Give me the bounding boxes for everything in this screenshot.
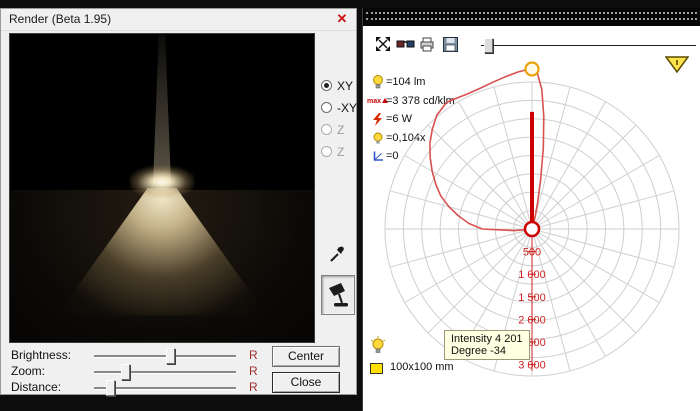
- distance-slider-thumb[interactable]: [105, 380, 115, 396]
- distance-label: Distance:: [11, 380, 62, 394]
- polar-chart[interactable]: 500 1 000 1 500 2 000 2 500 3 000: [363, 26, 700, 411]
- polar-diagram-svg: 5001 0001 5002 0002 5003 000: [384, 61, 680, 377]
- luminaire-button[interactable]: [321, 275, 355, 315]
- luminaire-size-label: 100x100 mm: [390, 361, 454, 373]
- tooltip-intensity: Intensity 4 201: [451, 333, 523, 345]
- render-window: Render (Beta 1.95) ✕ XY -XY Z Z Brightne…: [0, 8, 357, 396]
- lamp-indicator-icon: [369, 336, 387, 359]
- titlebar-gripper: [366, 18, 697, 20]
- svg-text:1 000: 1 000: [518, 269, 546, 281]
- radio-circle-icon: [321, 80, 332, 91]
- close-icon[interactable]: ✕: [333, 11, 351, 27]
- render-titlebar[interactable]: Render (Beta 1.95) ✕: [1, 9, 356, 31]
- radio-label: XY: [337, 79, 354, 93]
- titlebar-gripper: [366, 12, 697, 14]
- light-source-hotspot: [130, 166, 194, 198]
- brightness-label: Brightness:: [11, 348, 72, 362]
- luminaire-size-swatch: [370, 363, 383, 374]
- brightness-slider-thumb[interactable]: [165, 348, 175, 364]
- center-button[interactable]: Center: [272, 346, 340, 367]
- zoom-slider-thumb[interactable]: [120, 364, 130, 380]
- warning-icon[interactable]: [664, 56, 690, 79]
- svg-text:500: 500: [523, 247, 541, 259]
- photometry-window: =104 lm max =3 378 cd/klm =6 W =0,104x =…: [362, 8, 700, 411]
- eyedropper-icon: [330, 246, 344, 262]
- zoom-reset-button[interactable]: R: [249, 364, 258, 378]
- distance-reset-button[interactable]: R: [249, 380, 258, 394]
- radio-xy[interactable]: XY: [321, 79, 357, 94]
- radio-circle-icon: [321, 124, 332, 135]
- radio-z-1: Z: [321, 123, 357, 138]
- radio-label: Z: [337, 123, 345, 137]
- window-title: Render (Beta 1.95): [9, 12, 112, 26]
- radio-circle-icon: [321, 146, 332, 157]
- svg-text:3 000: 3 000: [518, 360, 546, 372]
- radio-minus-xy[interactable]: -XY: [321, 101, 357, 116]
- radio-z-2: Z: [321, 145, 357, 160]
- svg-text:2 000: 2 000: [518, 314, 546, 326]
- zoom-label: Zoom:: [11, 364, 46, 378]
- render-viewport[interactable]: [9, 33, 315, 343]
- chart-tooltip: Intensity 4 201 Degree -34: [444, 330, 530, 360]
- svg-text:1 500: 1 500: [518, 292, 546, 304]
- desk-lamp-icon: [329, 283, 348, 307]
- brightness-reset-button[interactable]: R: [249, 348, 258, 362]
- radio-label: Z: [337, 145, 345, 159]
- close-button[interactable]: Close: [272, 372, 340, 393]
- distance-slider-track[interactable]: [94, 387, 236, 390]
- radio-label: -XY: [337, 101, 358, 115]
- tooltip-degree: Degree -34: [451, 345, 507, 357]
- radio-circle-icon: [321, 102, 332, 113]
- light-beam: [153, 34, 171, 184]
- desktop: Render (Beta 1.95) ✕ XY -XY Z Z Brightne…: [0, 0, 700, 411]
- eyedropper-button[interactable]: [328, 245, 346, 265]
- zoom-slider-track[interactable]: [94, 371, 236, 374]
- photometry-titlebar[interactable]: [363, 8, 700, 26]
